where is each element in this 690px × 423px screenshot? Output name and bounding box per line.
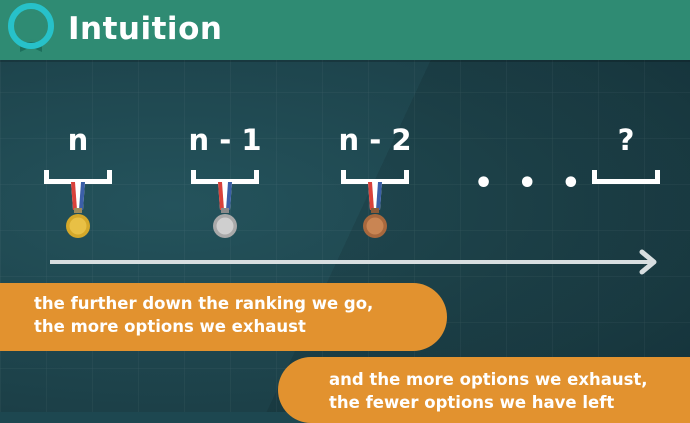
rank-label: n - 2 bbox=[338, 123, 412, 157]
rank-slot-first: n bbox=[36, 120, 120, 240]
ellipsis: • • • bbox=[474, 166, 588, 201]
rank-slot-third: n - 2 bbox=[333, 120, 417, 240]
rank-label: n bbox=[67, 123, 89, 157]
circle-logo-icon bbox=[8, 3, 54, 52]
arrow-right-icon bbox=[50, 249, 657, 275]
page-title: Intuition bbox=[68, 11, 223, 47]
caption-line: and the more options we exhaust, bbox=[329, 370, 648, 389]
rank-bracket bbox=[592, 170, 660, 184]
silver-medal-icon bbox=[213, 182, 237, 238]
caption-line: the fewer options we have left bbox=[329, 393, 615, 412]
rank-slot-second: n - 1 bbox=[183, 120, 267, 240]
gold-medal-icon bbox=[66, 182, 90, 238]
rank-slot-unknown: ? bbox=[584, 120, 668, 184]
rank-label: n - 1 bbox=[188, 123, 262, 157]
header-bar: Intuition bbox=[0, 0, 690, 60]
caption-line: the further down the ranking we go, bbox=[34, 294, 374, 313]
caption-line: the more options we exhaust bbox=[34, 317, 306, 336]
caption-box-second: and the more options we exhaust, the few… bbox=[278, 357, 690, 423]
bronze-medal-icon bbox=[363, 182, 387, 238]
caption-box-first: the further down the ranking we go, the … bbox=[0, 283, 447, 351]
rank-label: ? bbox=[617, 123, 635, 157]
